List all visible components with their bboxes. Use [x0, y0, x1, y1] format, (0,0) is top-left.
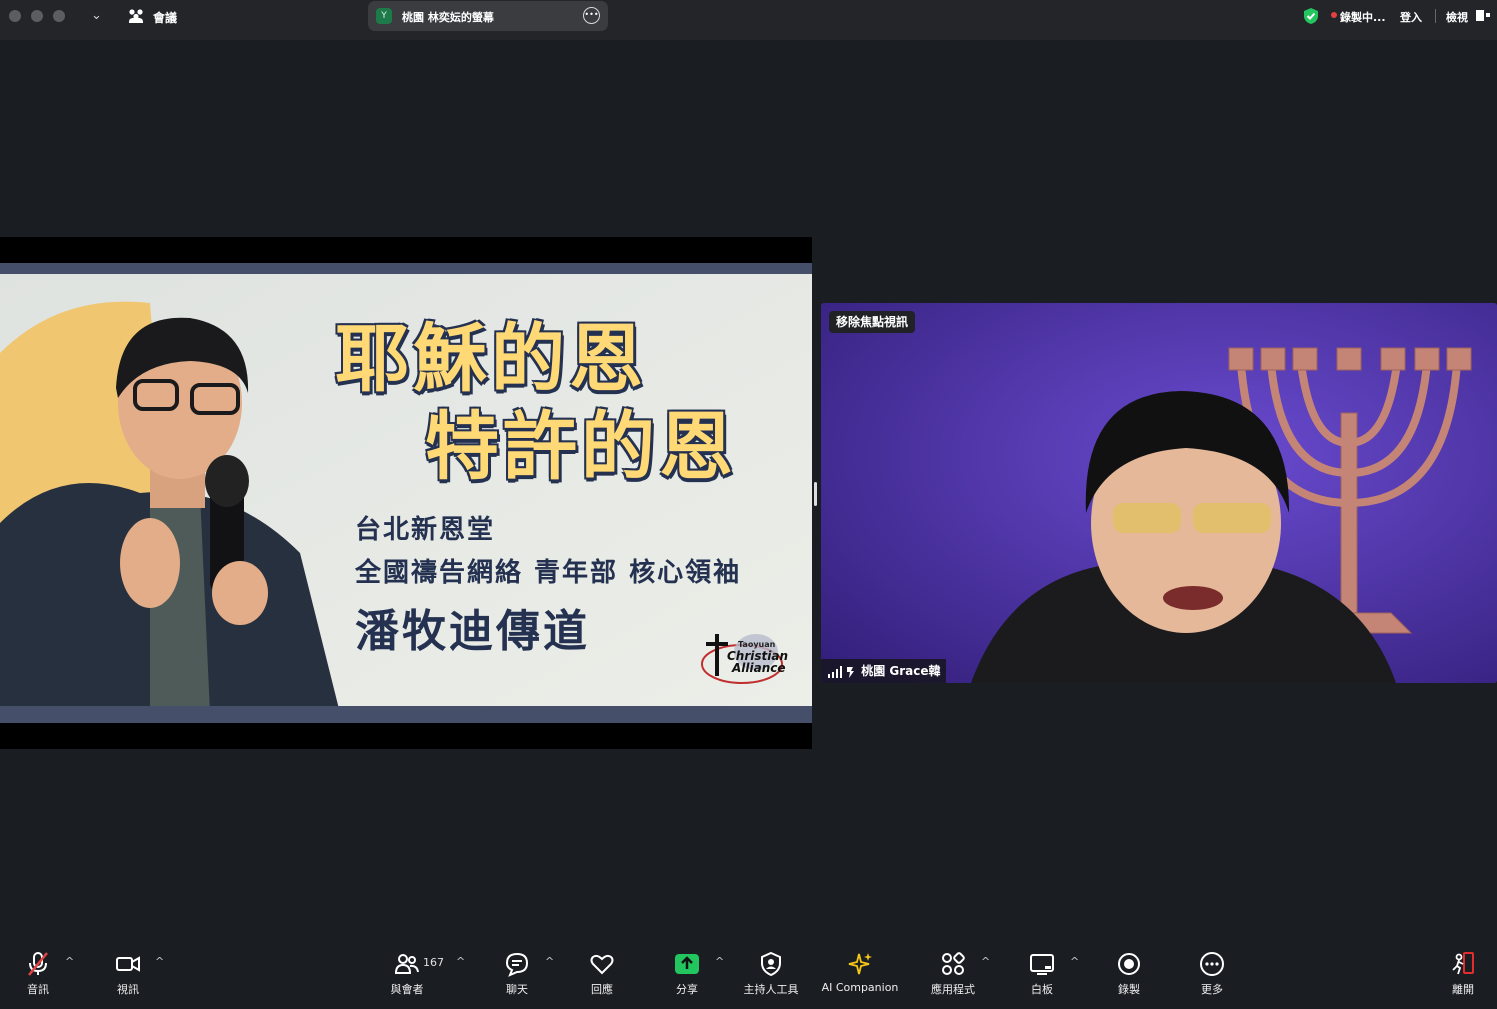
video-camera-icon: [116, 956, 140, 972]
share-options-caret[interactable]: ^: [715, 955, 724, 968]
resize-handle[interactable]: [814, 482, 817, 506]
react-button[interactable]: 回應: [575, 945, 629, 1005]
meeting-toolbar: 音訊 ^ 視訊 ^ 與會者 167 ^ 聊天 ^ 回應 分享 ^ 主持人工具 A…: [0, 945, 1497, 1009]
security-shield-icon[interactable]: [1302, 7, 1320, 25]
view-layout-icon[interactable]: [1476, 10, 1484, 21]
host-tools-button[interactable]: 主持人工具: [738, 945, 804, 1005]
shield-icon: [761, 951, 781, 977]
sparkle-icon: [848, 953, 872, 975]
audio-options-caret[interactable]: ^: [65, 955, 74, 968]
audio-label: 音訊: [27, 983, 49, 996]
chat-bubble-icon: [505, 952, 529, 977]
remove-spotlight-button[interactable]: 移除焦點視訊: [829, 311, 916, 333]
share-label: 分享: [676, 983, 698, 996]
slide-church-name: 台北新恩堂: [355, 515, 496, 545]
leave-button[interactable]: 離開: [1436, 945, 1490, 1005]
view-layout-icon-dot: [1486, 13, 1490, 17]
participants-button[interactable]: 與會者: [380, 945, 434, 1005]
whiteboard-label: 白板: [1031, 983, 1053, 996]
apps-options-caret[interactable]: ^: [981, 955, 990, 968]
record-icon: [1118, 953, 1140, 975]
share-button[interactable]: 分享: [660, 945, 714, 1005]
apps-icon: [942, 952, 965, 975]
slide-role: 全國禱告網絡 青年部 核心領袖: [355, 558, 742, 588]
speaker-photo: [0, 317, 340, 713]
participant-count-badge: 167: [423, 956, 444, 969]
participants-label: 與會者: [390, 983, 424, 996]
chat-options-caret[interactable]: ^: [545, 955, 554, 968]
spotlight-video[interactable]: 移除焦點視訊 桃園 Grace韓: [821, 303, 1497, 683]
video-label: 視訊: [117, 983, 139, 996]
heart-icon: [590, 954, 614, 975]
more-label: 更多: [1201, 983, 1223, 996]
audio-button[interactable]: 音訊: [10, 945, 66, 1005]
participant-name-tag: 桃園 Grace韓: [821, 659, 947, 683]
leave-label: 離開: [1452, 983, 1474, 996]
whiteboard-button[interactable]: 白板: [1015, 945, 1069, 1005]
logo-text-line1: Taoyuan: [738, 640, 776, 649]
record-label: 錄製: [1118, 983, 1140, 996]
sharer-avatar: Y: [376, 8, 392, 24]
meeting-people-icon: [129, 9, 143, 23]
video-button[interactable]: 視訊: [100, 945, 156, 1005]
zoom-window-button[interactable]: [53, 10, 65, 22]
participant-video-feed: [821, 303, 1497, 683]
host-tools-label: 主持人工具: [743, 983, 799, 996]
login-button[interactable]: 登入: [1400, 9, 1422, 25]
chevron-down-icon[interactable]: ⌄: [91, 8, 102, 23]
whiteboard-icon: [1030, 954, 1054, 975]
screen-share-pill[interactable]: Y 桃園 林奕妘的螢幕 •••: [368, 1, 608, 31]
shared-screen[interactable]: 耶穌的恩 特許的恩 台北新恩堂 全國禱告網絡 青年部 核心領袖 潘牧迪傳道 Ta…: [0, 237, 812, 749]
slide-title-line2: 特許的恩: [425, 404, 737, 490]
chat-button[interactable]: 聊天: [490, 945, 544, 1005]
more-button[interactable]: 更多: [1185, 945, 1239, 1005]
more-icon: [1200, 952, 1224, 976]
divider: [1435, 9, 1436, 23]
whiteboard-options-caret[interactable]: ^: [1070, 955, 1079, 968]
participants-options-caret[interactable]: ^: [456, 955, 465, 968]
apps-button[interactable]: 應用程式: [926, 945, 980, 1005]
video-options-caret[interactable]: ^: [155, 955, 164, 968]
presentation-slide: 耶穌的恩 特許的恩 台北新恩堂 全國禱告網絡 青年部 核心領袖 潘牧迪傳道 Ta…: [0, 263, 812, 723]
participant-name: 桃園 Grace韓: [861, 664, 941, 678]
microphone-muted-icon: [28, 952, 48, 976]
close-window-button[interactable]: [9, 10, 21, 22]
react-label: 回應: [591, 983, 613, 996]
slide-speaker-name: 潘牧迪傳道: [355, 606, 590, 657]
logo-text-line3: Alliance: [732, 661, 786, 675]
screen-share-title: 桃園 林奕妘的螢幕: [402, 11, 494, 24]
leave-door-icon: [1452, 952, 1474, 975]
top-bar: ⌄ 會議 Y 桃園 林奕妘的螢幕 ••• 錄製中... 登入 檢視: [0, 0, 1497, 40]
meeting-label[interactable]: 會議: [153, 9, 177, 26]
ai-companion-label: AI Companion: [821, 981, 899, 994]
view-button[interactable]: 檢視: [1446, 9, 1468, 25]
participants-icon: [394, 954, 419, 974]
slide-bottom-band: [0, 706, 812, 723]
signal-strength-icon: [828, 665, 854, 678]
recording-dot-icon: [1331, 12, 1337, 18]
minimize-window-button[interactable]: [31, 10, 43, 22]
more-options-icon[interactable]: •••: [583, 7, 600, 24]
share-screen-icon: [675, 954, 699, 974]
record-button[interactable]: 錄製: [1102, 945, 1156, 1005]
recording-status[interactable]: 錄製中...: [1340, 9, 1386, 25]
apps-label: 應用程式: [931, 983, 975, 996]
ai-companion-button[interactable]: AI Companion: [818, 945, 902, 1005]
chat-label: 聊天: [506, 983, 528, 996]
